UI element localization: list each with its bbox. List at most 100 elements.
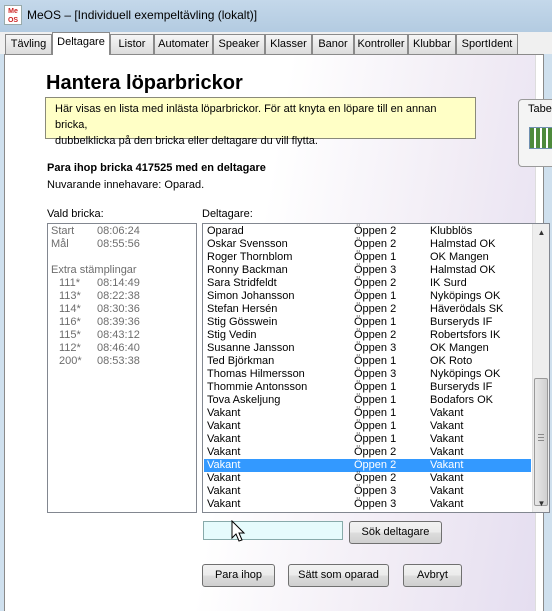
tab-listor[interactable]: Listor (110, 34, 154, 54)
runner-club: Vakant (430, 485, 464, 497)
punch-time: 08:53:38 (97, 355, 140, 367)
runner-class: Öppen 3 (354, 498, 397, 510)
scrollbar-thumb[interactable] (534, 378, 548, 506)
tab-sportident[interactable]: SportIdent (456, 34, 518, 54)
tab-banor[interactable]: Banor (312, 34, 354, 54)
runner-class: Öppen 2 (354, 225, 397, 237)
punch-code: 114* (59, 303, 81, 315)
tab-klasser[interactable]: Klasser (265, 34, 312, 54)
runner-name: Susanne Jansson (207, 342, 295, 354)
tab-kontroller[interactable]: Kontroller (354, 34, 408, 54)
runner-club: OK Mangen (430, 251, 489, 263)
runner-row[interactable]: Stefan Hersén Öppen 2 Häverödals SK (204, 303, 531, 316)
runner-row[interactable]: Vakant Öppen 1 Vakant (204, 433, 531, 446)
runner-class: Öppen 1 (354, 407, 397, 419)
runner-row[interactable]: Oparad Öppen 2 Klubblös (204, 225, 531, 238)
runner-club: Vakant (430, 420, 464, 432)
runner-name: Ronny Backman (207, 264, 288, 276)
selected-card-label: Vald bricka: (47, 208, 104, 220)
punch-row: 116* 08:39:36 (51, 316, 196, 329)
runner-club: IK Surd (430, 277, 467, 289)
mouse-cursor-icon (231, 520, 246, 542)
app-icon: Me OS (4, 5, 22, 25)
tab-speaker[interactable]: Speaker (213, 34, 265, 54)
card-management-page: Hantera löparbrickor Här visas en lista … (4, 54, 552, 611)
scroll-up-icon[interactable]: ▲ (533, 224, 549, 241)
window-title: MeOS – [Individuell exempeltävling (loka… (27, 8, 258, 22)
table-view-widget[interactable]: Tabe (518, 99, 552, 167)
punch-row: 114* 08:30:36 (51, 303, 196, 316)
runner-name: Stig Gösswein (207, 316, 278, 328)
pair-button[interactable]: Para ihop (202, 564, 275, 587)
punch-code: 116* (59, 316, 81, 328)
runner-row[interactable]: Vakant Öppen 2 Vakant (204, 446, 531, 459)
runner-row[interactable]: Tova Askeljung Öppen 1 Bodafors OK (204, 394, 531, 407)
runner-list-scrollbar[interactable]: ▲ ▼ (532, 224, 549, 512)
runner-class: Öppen 1 (354, 251, 397, 263)
page-title: Hantera löparbrickor (46, 72, 243, 94)
punch-time: 08:22:38 (97, 290, 140, 302)
runner-row[interactable]: Oskar Svensson Öppen 2 Halmstad OK (204, 238, 531, 251)
runner-class: Öppen 3 (354, 264, 397, 276)
cancel-button[interactable]: Avbryt (403, 564, 462, 587)
start-row: Start 08:06:24 (51, 225, 196, 238)
runner-club: Nyköpings OK (430, 290, 501, 302)
runner-name: Vakant (207, 446, 241, 458)
runner-row[interactable]: Vakant Öppen 2 Vakant (204, 472, 531, 485)
runner-class: Öppen 1 (354, 420, 397, 432)
tab-automater[interactable]: Automater (154, 34, 213, 54)
runner-name: Oskar Svensson (207, 238, 288, 250)
runner-name: Roger Thornblom (207, 251, 293, 263)
tab-klubbar[interactable]: Klubbar (408, 34, 456, 54)
runner-row[interactable]: Vakant Öppen 3 Vakant (204, 498, 531, 511)
punch-code: 111* (59, 277, 81, 289)
runner-club: Vakant (430, 498, 464, 510)
punch-time: 08:46:40 (97, 342, 140, 354)
runner-class: Öppen 3 (354, 342, 397, 354)
runner-row[interactable]: Vakant Öppen 1 Vakant (204, 420, 531, 433)
runner-name: Vakant (207, 472, 241, 484)
punch-row: 111* 08:14:49 (51, 277, 196, 290)
runner-row[interactable]: Ronny Backman Öppen 3 Halmstad OK (204, 264, 531, 277)
runner-name: Vakant (207, 459, 241, 471)
runner-class: Öppen 3 (354, 368, 397, 380)
search-runner-input[interactable] (203, 521, 343, 540)
search-runner-button[interactable]: Sök deltagare (349, 521, 442, 544)
runner-row[interactable]: Stig Vedin Öppen 2 Robertsfors IK (204, 329, 531, 342)
runner-row[interactable]: Susanne Jansson Öppen 3 OK Mangen (204, 342, 531, 355)
runner-row[interactable]: Simon Johansson Öppen 1 Nyköpings OK (204, 290, 531, 303)
runner-row[interactable]: Stig Gösswein Öppen 1 Burseryds IF (204, 316, 531, 329)
scroll-down-icon[interactable]: ▼ (533, 495, 549, 512)
runner-class: Öppen 3 (354, 485, 397, 497)
tab-tavling[interactable]: Tävling (5, 34, 52, 54)
runner-name: Thomas Hilmersson (207, 368, 305, 380)
runner-name: Vakant (207, 433, 241, 445)
runner-name: Vakant (207, 407, 241, 419)
runner-row[interactable]: Vakant Öppen 3 Vakant (204, 485, 531, 498)
runner-row[interactable]: Vakant Öppen 1 Vakant (204, 407, 531, 420)
runner-name: Stig Vedin (207, 329, 257, 341)
tab-deltagare[interactable]: Deltagare (52, 32, 110, 55)
runner-row[interactable]: Roger Thornblom Öppen 1 OK Mangen (204, 251, 531, 264)
runner-row[interactable]: Thommie Antonsson Öppen 1 Burseryds IF (204, 381, 531, 394)
finish-time: 08:55:56 (97, 238, 140, 250)
runner-class: Öppen 1 (354, 433, 397, 445)
set-unpaired-button[interactable]: Sätt som oparad (288, 564, 389, 587)
selected-card-list[interactable]: Start 08:06:24 Mål 08:55:56 Extra stämpl… (47, 223, 197, 513)
punch-time: 08:30:36 (97, 303, 140, 315)
runner-row[interactable]: Vakant Öppen 2 Vakant (204, 459, 531, 472)
spacer-row (51, 251, 196, 264)
extra-punches-label: Extra stämplingar (51, 264, 137, 276)
title-bar: Me OS MeOS – [Individuell exempeltävling… (0, 0, 552, 32)
punch-row: 115* 08:43:12 (51, 329, 196, 342)
runner-row[interactable]: Thomas Hilmersson Öppen 3 Nyköpings OK (204, 368, 531, 381)
info-line-1: Här visas en lista med inlästa löparbric… (55, 103, 437, 131)
runner-club: Halmstad OK (430, 238, 496, 250)
runner-class: Öppen 1 (354, 381, 397, 393)
runner-row[interactable]: Ted Björkman Öppen 1 OK Roto (204, 355, 531, 368)
runner-list[interactable]: Oparad Öppen 2 Klubblös Oskar Svensson Öppen… (202, 223, 550, 513)
punch-time: 08:39:36 (97, 316, 140, 328)
punch-time: 08:43:12 (97, 329, 140, 341)
runner-name: Oparad (207, 225, 244, 237)
runner-row[interactable]: Sara Stridfeldt Öppen 2 IK Surd (204, 277, 531, 290)
